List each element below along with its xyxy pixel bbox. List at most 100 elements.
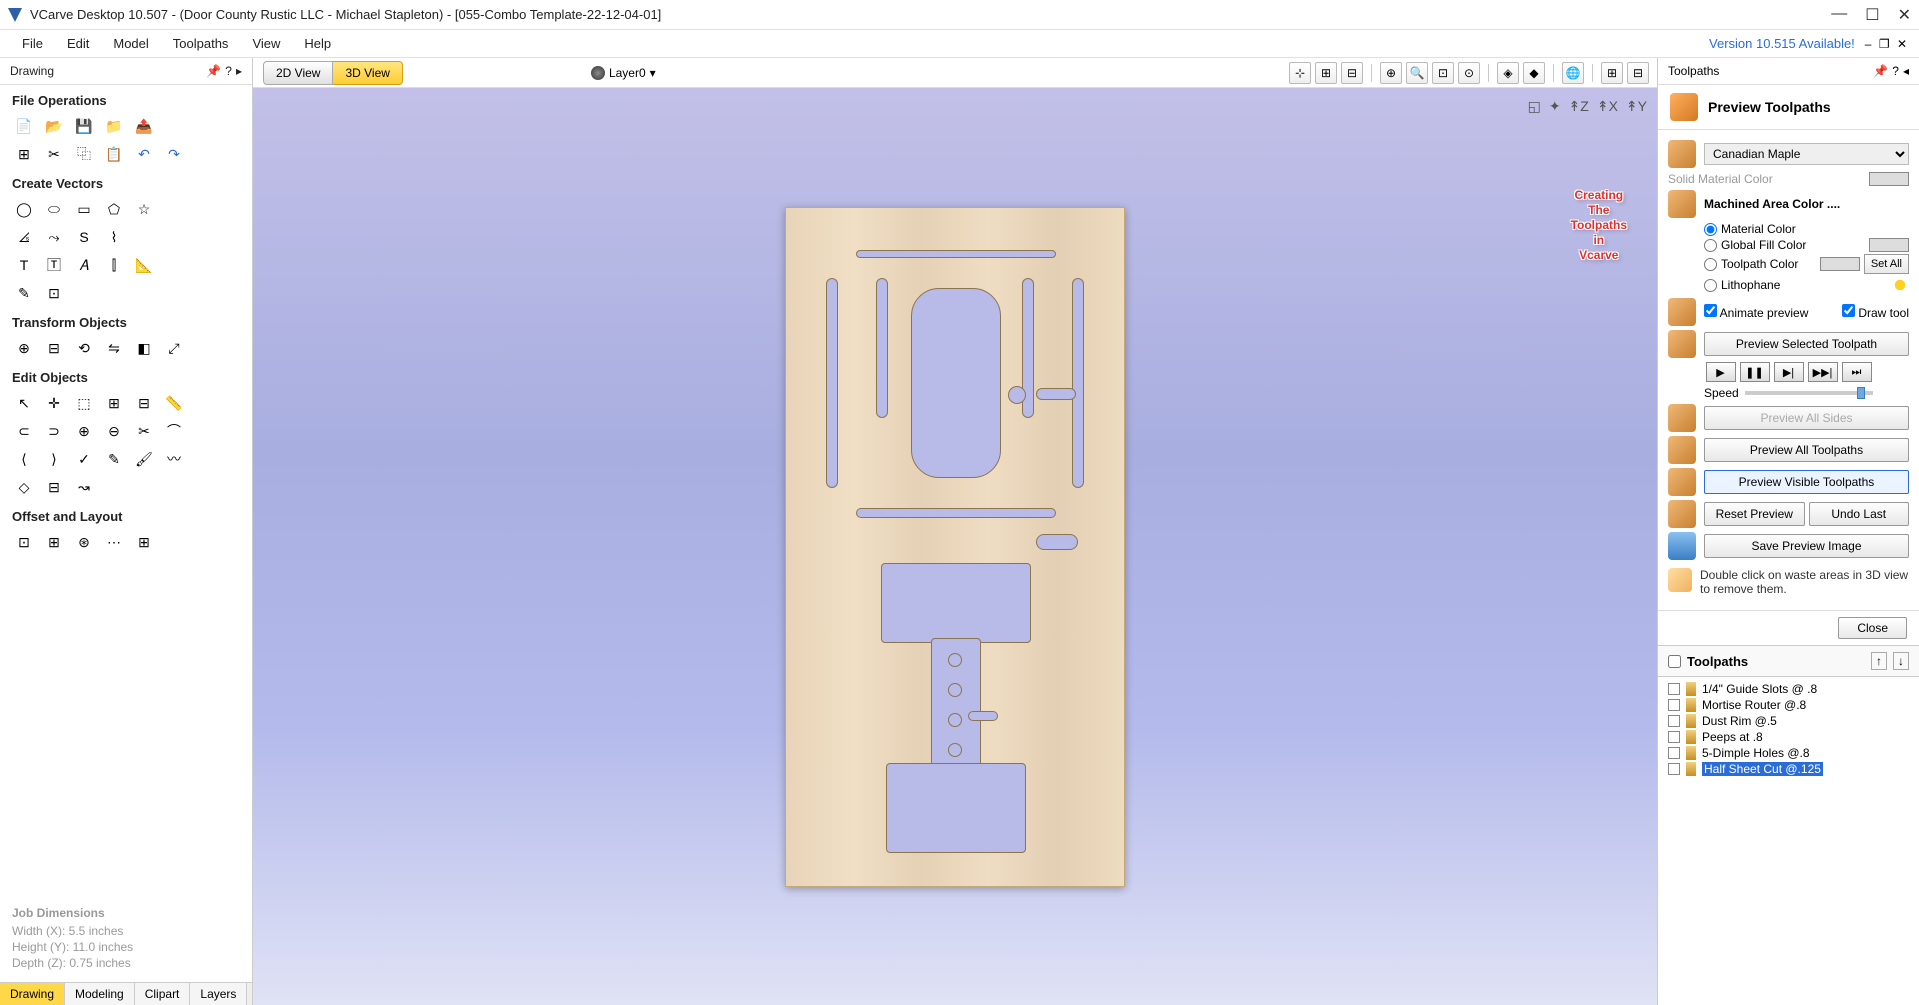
align-icon[interactable]: ⊟ (42, 336, 66, 360)
undo-icon[interactable]: ↶ (132, 142, 156, 166)
close-vector-icon[interactable]: ⊃ (42, 419, 66, 443)
online-icon[interactable]: 🌐 (1562, 62, 1584, 84)
move-down-icon[interactable]: ↓ (1893, 652, 1909, 670)
pin-icon[interactable]: 📌 (1873, 64, 1888, 78)
render-icon[interactable]: ◈ (1497, 62, 1519, 84)
rotate-icon[interactable]: ⟲ (72, 336, 96, 360)
measure-icon[interactable]: ⊡ (42, 281, 66, 305)
zoom-window-icon[interactable]: ⊡ (1432, 62, 1454, 84)
pin-icon[interactable]: 📌 (206, 64, 221, 78)
maximize-button[interactable]: ☐ (1865, 5, 1879, 25)
menu-edit[interactable]: Edit (55, 32, 101, 55)
export-icon[interactable]: 📤 (132, 114, 156, 138)
tab-layers[interactable]: Layers (190, 983, 247, 1005)
save-file-icon[interactable]: 💾 (72, 114, 96, 138)
list-item[interactable]: Half Sheet Cut @.125 (1668, 761, 1909, 777)
close-button[interactable]: ✕ (1898, 5, 1911, 25)
draw-tool-checkbox[interactable] (1842, 304, 1855, 317)
tab-3d-view[interactable]: 3D View (333, 61, 402, 85)
zoom-in-icon[interactable]: 🔍 (1406, 62, 1428, 84)
text-box-icon[interactable]: 🅃 (42, 253, 66, 277)
ungroup-icon[interactable]: ⊟ (132, 391, 156, 415)
solid-material-swatch[interactable] (1869, 172, 1909, 186)
cut-icon[interactable]: ✂ (42, 142, 66, 166)
star-icon[interactable]: ☆ (132, 197, 156, 221)
list-item[interactable]: Dust Rim @.5 (1668, 713, 1909, 729)
node-edit-icon[interactable]: ✛ (42, 391, 66, 415)
mesh-icon[interactable]: ⊟ (1341, 62, 1363, 84)
ellipse-icon[interactable]: ⬭ (42, 197, 66, 221)
job-setup-icon[interactable]: ⊞ (12, 142, 36, 166)
animate-checkbox[interactable] (1704, 304, 1717, 317)
text-curve-icon[interactable]: 𝐴 (72, 253, 96, 277)
preview-visible-button[interactable]: Preview Visible Toolpaths (1704, 470, 1909, 494)
help-icon[interactable]: ? (225, 64, 232, 78)
chevron-right-icon[interactable]: ▸ (236, 64, 242, 78)
layer-dropdown[interactable]: Layer0 ▾ (591, 66, 656, 80)
array-icon[interactable]: ⊟ (42, 475, 66, 499)
redo-icon[interactable]: ↷ (162, 142, 186, 166)
preview-all-sides-button[interactable]: Preview All Sides (1704, 406, 1909, 430)
shade-icon[interactable]: ◆ (1523, 62, 1545, 84)
undo-last-button[interactable]: Undo Last (1809, 502, 1910, 526)
fast-forward-button[interactable]: ▶▶| (1808, 362, 1838, 382)
circular-array-icon[interactable]: ⊛ (72, 530, 96, 554)
freehand-icon[interactable]: ✎ (12, 281, 36, 305)
split-icon[interactable]: ⟩ (42, 447, 66, 471)
iso-view-icon[interactable]: ◱ (1528, 98, 1541, 115)
select-all-icon[interactable]: ⬚ (72, 391, 96, 415)
material-select[interactable]: Canadian Maple (1704, 143, 1909, 165)
minimize-button[interactable]: — (1831, 5, 1847, 25)
menu-file[interactable]: File (10, 32, 55, 55)
import-icon[interactable]: 📁 (102, 114, 126, 138)
global-swatch[interactable] (1869, 238, 1909, 252)
mdi-close[interactable]: ✕ (1897, 37, 1907, 51)
tab-modeling[interactable]: Modeling (65, 983, 135, 1005)
axis-y-icon[interactable]: ↟Y (1626, 98, 1647, 115)
radio-material-color[interactable] (1704, 223, 1717, 236)
list-item[interactable]: Peeps at .8 (1668, 729, 1909, 745)
close-preview-button[interactable]: Close (1838, 617, 1907, 639)
reset-preview-button[interactable]: Reset Preview (1704, 502, 1805, 526)
circle-icon[interactable]: ◯ (12, 197, 36, 221)
copy-along-icon[interactable]: ⋯ (102, 530, 126, 554)
zoom-extents-icon[interactable]: ⊕ (1380, 62, 1402, 84)
axis-x-icon[interactable]: ↟X (1597, 98, 1618, 115)
spiral-icon[interactable]: ⌇ (102, 225, 126, 249)
zoom-selected-icon[interactable]: ⊙ (1458, 62, 1480, 84)
check-icon[interactable]: ✓ (72, 447, 96, 471)
list-item[interactable]: 1/4" Guide Slots @ .8 (1668, 681, 1909, 697)
radio-global-fill[interactable] (1704, 239, 1717, 252)
radio-toolpath-color[interactable] (1704, 258, 1717, 271)
subtract-icon[interactable]: ⊖ (102, 419, 126, 443)
dimension-icon[interactable]: 📐 (132, 253, 156, 277)
open-file-icon[interactable]: 📂 (42, 114, 66, 138)
end-button[interactable]: ⏭ (1842, 362, 1872, 382)
move-icon[interactable]: ⊕ (12, 336, 36, 360)
edit-icon[interactable]: ✎ (102, 447, 126, 471)
polyline-icon[interactable]: ⦞ (12, 225, 36, 249)
group-icon[interactable]: ⊞ (102, 391, 126, 415)
chevron-left-icon[interactable]: ◂ (1903, 64, 1909, 78)
text-icon[interactable]: T (12, 253, 36, 277)
skip-button[interactable]: ▶| (1774, 362, 1804, 382)
snap-icon[interactable]: ⊹ (1289, 62, 1311, 84)
set-all-button[interactable]: Set All (1864, 254, 1909, 274)
play-button[interactable]: ▶ (1706, 362, 1736, 382)
trim-icon[interactable]: ✂ (132, 419, 156, 443)
menu-model[interactable]: Model (101, 32, 160, 55)
move-up-icon[interactable]: ↑ (1871, 652, 1887, 670)
menu-view[interactable]: View (240, 32, 292, 55)
polygon-icon[interactable]: ⬠ (102, 197, 126, 221)
preview-all-button[interactable]: Preview All Toolpaths (1704, 438, 1909, 462)
save-preview-image-button[interactable]: Save Preview Image (1704, 534, 1909, 558)
tile-h-icon[interactable]: ⊞ (1601, 62, 1623, 84)
array-copy-icon[interactable]: ⊞ (42, 530, 66, 554)
list-item[interactable]: Mortise Router @.8 (1668, 697, 1909, 713)
list-item[interactable]: 5-Dimple Holes @.8 (1668, 745, 1909, 761)
paste-icon[interactable]: 📋 (102, 142, 126, 166)
arc-icon[interactable]: ⤳ (42, 225, 66, 249)
distort-icon[interactable]: ◧ (132, 336, 156, 360)
curve-icon[interactable]: S (72, 225, 96, 249)
version-notice-link[interactable]: Version 10.515 Available! (1709, 36, 1855, 51)
